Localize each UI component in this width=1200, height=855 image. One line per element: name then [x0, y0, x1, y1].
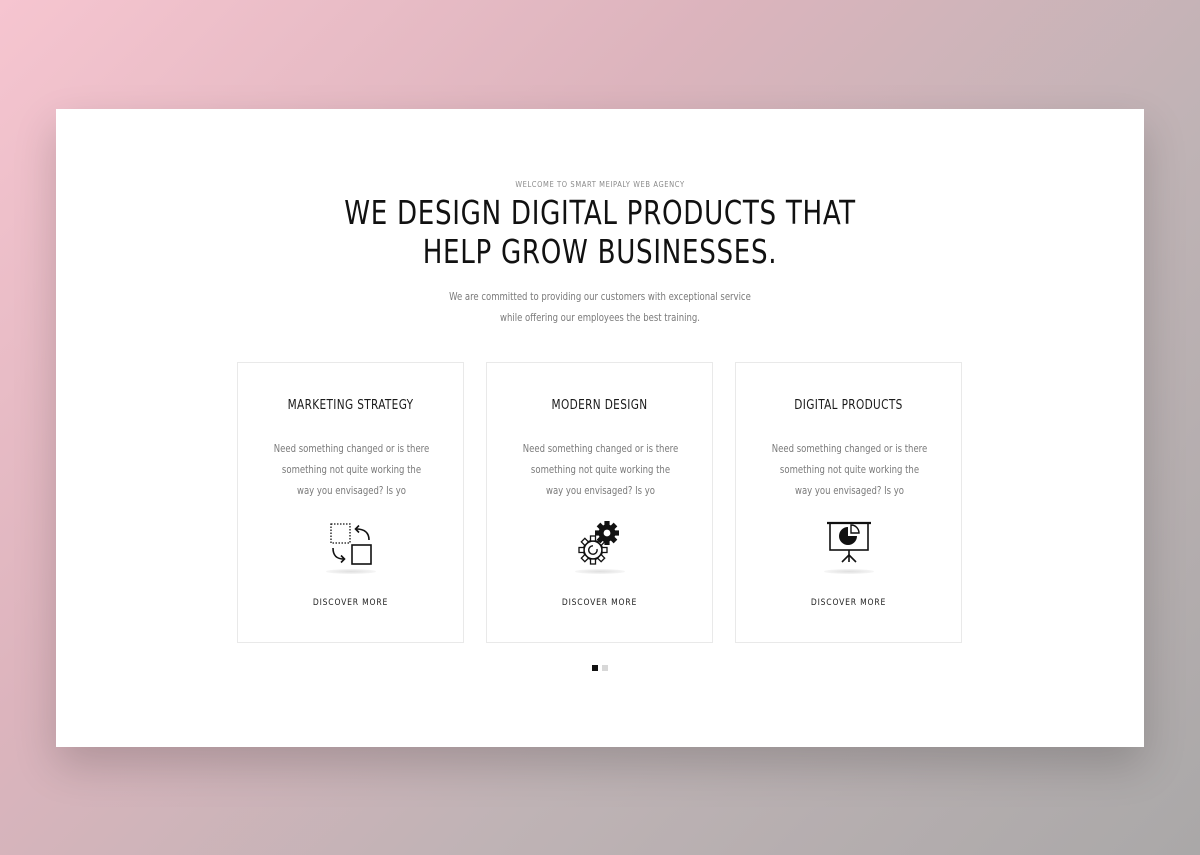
headline-line: HELP GROW BUSINESSES.: [422, 232, 778, 271]
icon-shadow: [325, 569, 376, 574]
section-intro: We are committed to providing our custom…: [110, 287, 1089, 329]
carousel-pagination: [56, 665, 1144, 671]
card-title: DIGITAL PRODUCTS: [794, 398, 903, 413]
discover-more-link[interactable]: DISCOVER MORE: [238, 598, 463, 608]
card-text-line: way you envisaged? Is yo: [795, 485, 904, 497]
card-text-line: something not quite working the: [530, 464, 671, 476]
card-title: MODERN DESIGN: [551, 398, 648, 413]
arrange-icon: [325, 518, 377, 570]
intro-line: We are committed to providing our custom…: [449, 291, 751, 303]
carousel-dot-2[interactable]: [602, 665, 608, 671]
card-description: Need something changed or is there somet…: [516, 439, 684, 502]
presentation-chart-icon: [823, 518, 875, 570]
card-text-line: way you envisaged? Is yo: [297, 485, 406, 497]
section-headline: WE DESIGN DIGITAL PRODUCTS THAT HELP GRO…: [121, 193, 1078, 271]
card-text-line: way you envisaged? Is yo: [546, 485, 655, 497]
card-text-line: Need something changed or is there: [771, 443, 928, 455]
services-section: WELCOME TO SMART MEIPALY WEB AGENCY WE D…: [56, 109, 1144, 747]
service-card-digital-products: DIGITAL PRODUCTS Need something changed …: [735, 362, 962, 643]
icon-shadow: [823, 569, 874, 574]
section-eyebrow: WELCOME TO SMART MEIPALY WEB AGENCY: [515, 180, 685, 189]
carousel-dot-1[interactable]: [592, 665, 598, 671]
service-card-marketing-strategy: MARKETING STRATEGY Need something change…: [237, 362, 464, 643]
intro-line: while offering our employees the best tr…: [500, 312, 700, 324]
icon-shadow: [574, 569, 625, 574]
discover-more-link[interactable]: DISCOVER MORE: [736, 598, 961, 608]
gears-icon: [574, 518, 626, 570]
card-text-line: something not quite working the: [779, 464, 920, 476]
card-title: MARKETING STRATEGY: [287, 398, 414, 413]
headline-line: WE DESIGN DIGITAL PRODUCTS THAT: [344, 193, 856, 232]
card-text-line: Need something changed or is there: [522, 443, 679, 455]
service-card-modern-design: MODERN DESIGN Need something changed or …: [486, 362, 713, 643]
card-text-line: Need something changed or is there: [273, 443, 430, 455]
card-description: Need something changed or is there somet…: [267, 439, 435, 502]
discover-more-link[interactable]: DISCOVER MORE: [487, 598, 712, 608]
service-cards-carousel: MARKETING STRATEGY Need something change…: [237, 362, 964, 646]
card-text-line: something not quite working the: [281, 464, 422, 476]
card-description: Need something changed or is there somet…: [765, 439, 933, 502]
